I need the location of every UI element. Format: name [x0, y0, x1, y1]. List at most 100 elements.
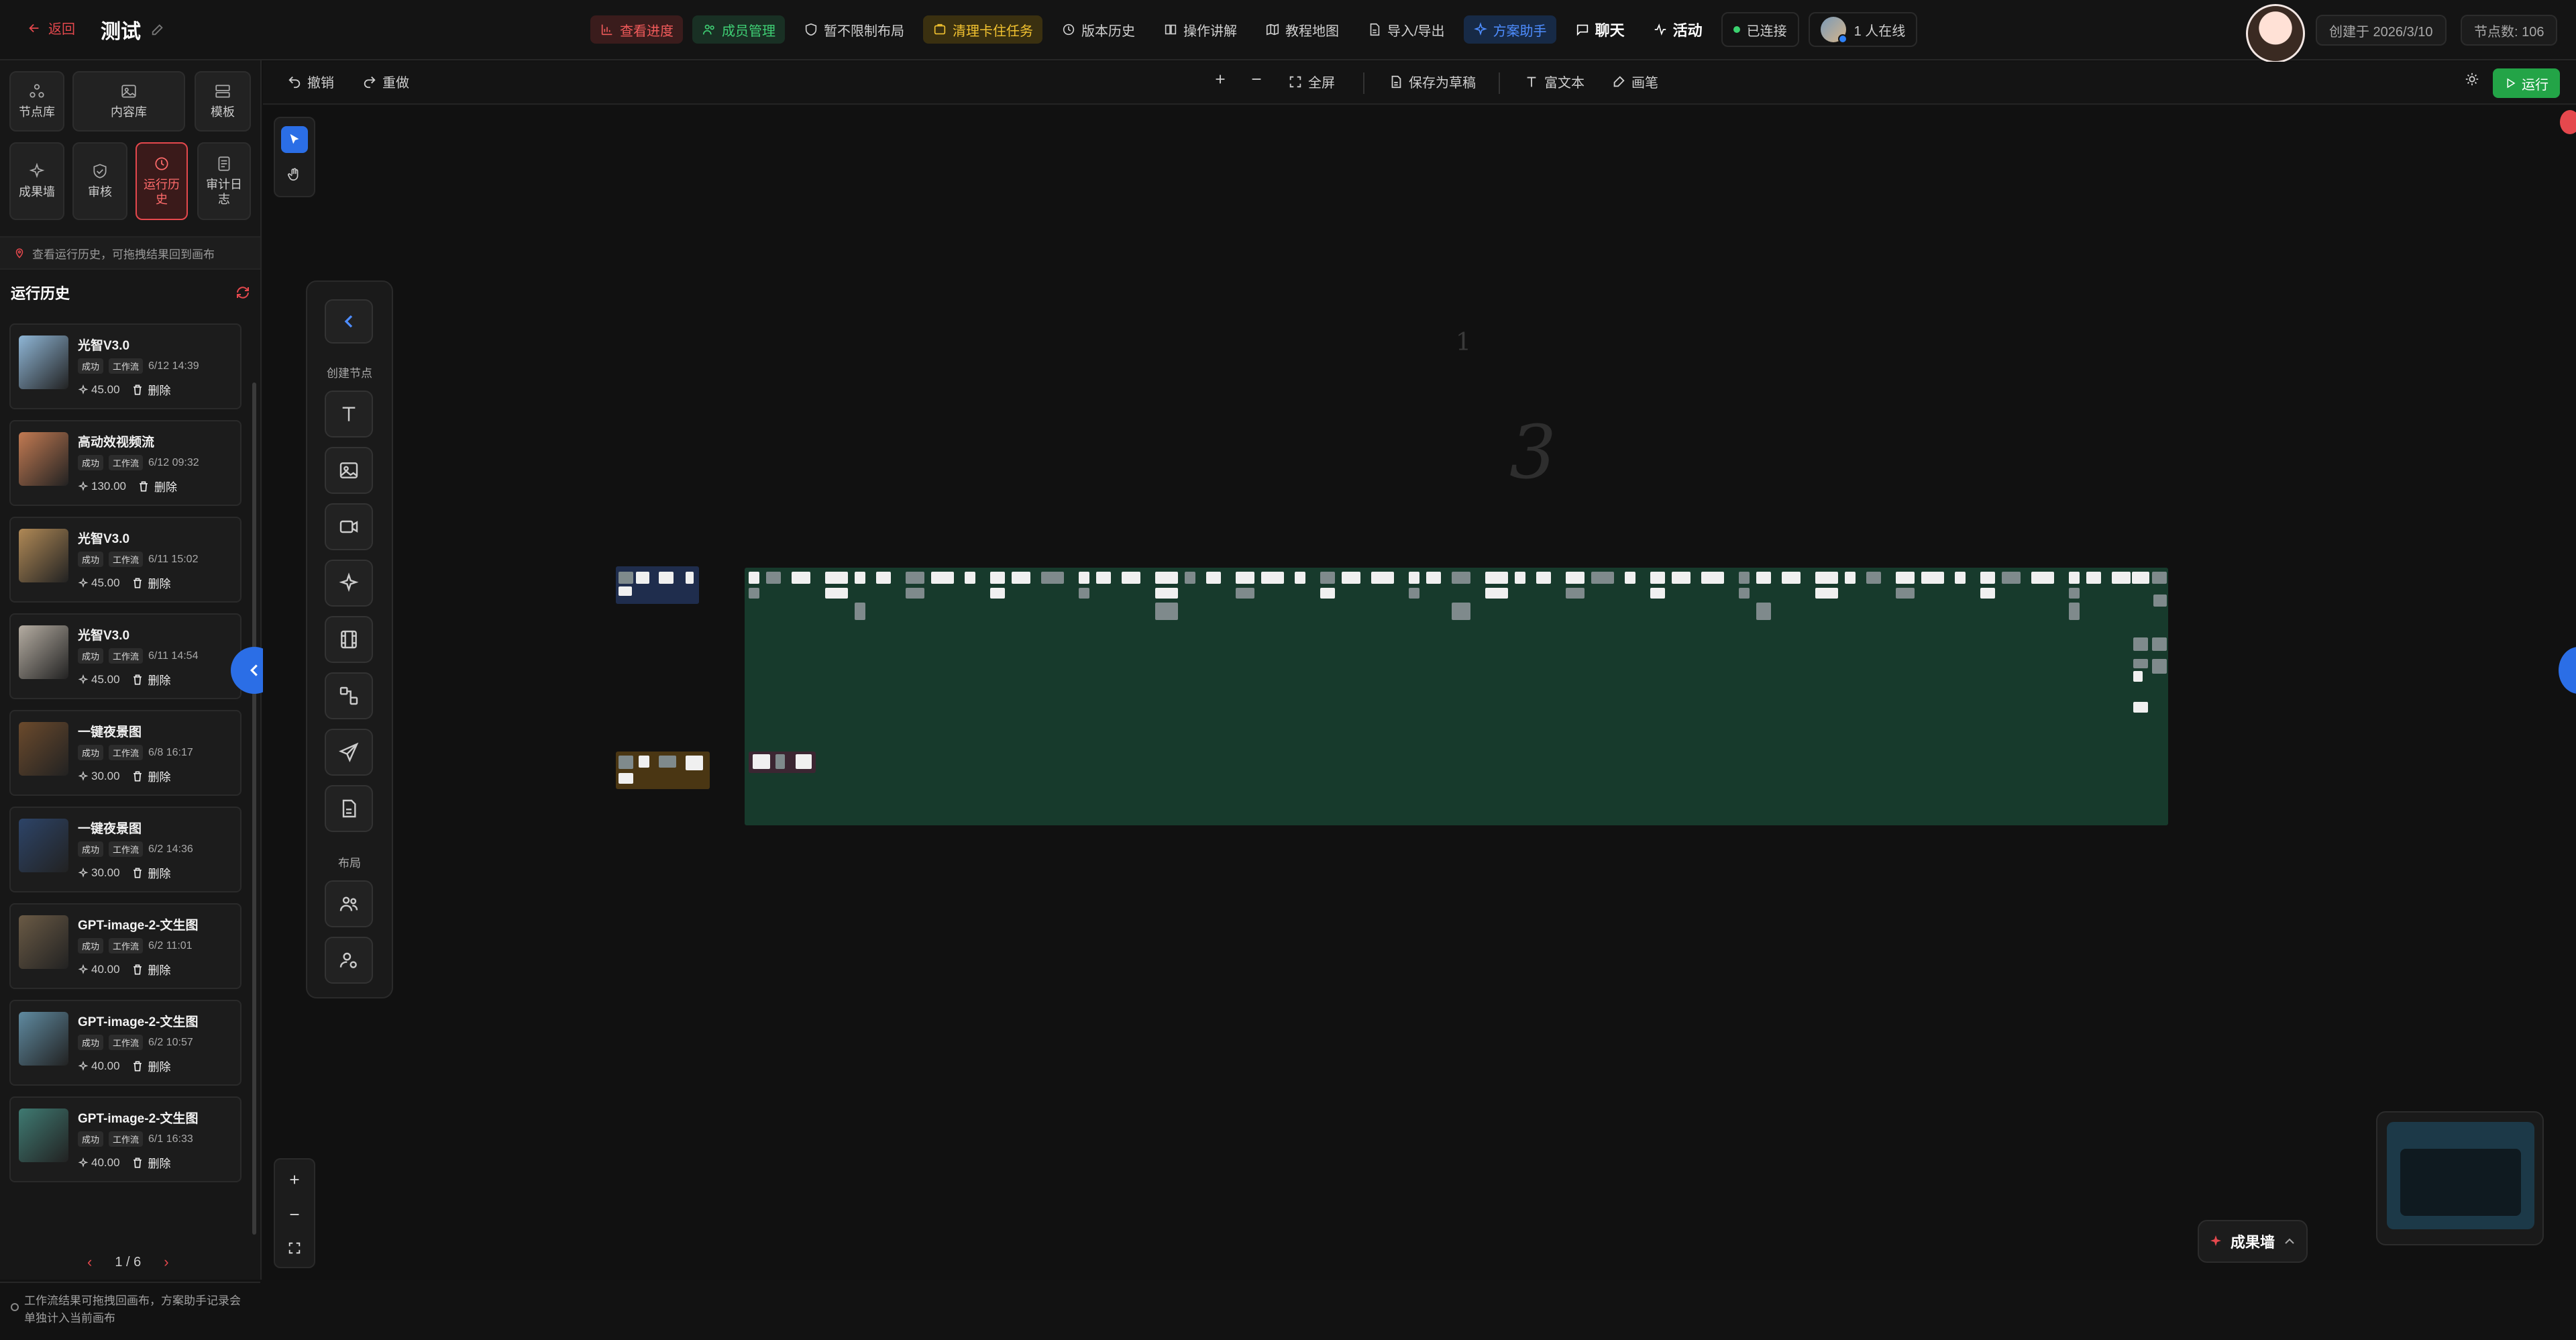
node-group-purple[interactable] — [749, 752, 816, 773]
tile-run-history[interactable]: 运行历史 — [136, 142, 188, 220]
canvas-node[interactable] — [876, 572, 891, 584]
history-scrollbar[interactable] — [252, 382, 256, 1235]
canvas-node[interactable] — [619, 586, 632, 596]
text-node-button[interactable] — [325, 391, 373, 437]
canvas-node[interactable] — [1866, 572, 1881, 584]
canvas-node[interactable] — [965, 572, 975, 584]
canvas-node[interactable] — [1701, 572, 1724, 584]
canvas-node[interactable] — [1185, 572, 1195, 584]
canvas-node[interactable] — [2133, 671, 2143, 682]
canvas-node[interactable] — [1739, 588, 1750, 599]
result-thumbnail[interactable] — [19, 819, 68, 872]
rich-text-button[interactable]: 富文本 — [1524, 72, 1585, 91]
film-node-button[interactable] — [325, 616, 373, 663]
canvas-node[interactable] — [1426, 572, 1441, 584]
canvas-node[interactable] — [1155, 603, 1178, 620]
user-avatar[interactable] — [2246, 4, 2305, 63]
canvas-node[interactable] — [1236, 588, 1254, 599]
zoom-in-button[interactable] — [1213, 72, 1228, 87]
history-card[interactable]: 高动效视频流 成功 工作流 6/12 09:32 130.00 删除 — [9, 420, 241, 506]
video-node-button[interactable] — [325, 503, 373, 550]
delete-button[interactable]: 删除 — [131, 381, 171, 398]
canvas-node[interactable] — [749, 572, 759, 584]
theme-toggle[interactable] — [2465, 72, 2479, 87]
canvas-node[interactable] — [2069, 588, 2080, 599]
canvas-node[interactable] — [1079, 588, 1089, 599]
canvas-node[interactable] — [855, 572, 865, 584]
canvas-node[interactable] — [792, 572, 810, 584]
tile-review[interactable]: 审核 — [72, 142, 127, 220]
canvas-node[interactable] — [1452, 572, 1470, 584]
canvas-node[interactable] — [2152, 637, 2167, 651]
pan-tool[interactable] — [281, 161, 308, 188]
node-group-green[interactable] — [745, 568, 2168, 825]
delete-button[interactable]: 删除 — [131, 1154, 171, 1171]
canvas-node[interactable] — [1896, 588, 1915, 599]
canvas-node[interactable] — [1650, 572, 1665, 584]
canvas-node[interactable] — [1980, 588, 1995, 599]
tile-audit-log[interactable]: 审计日志 — [197, 142, 251, 220]
history-card[interactable]: GPT-image-2-文生图 成功 工作流 6/2 10:57 40.00 删除 — [9, 1000, 241, 1086]
canvas-node[interactable] — [1155, 588, 1178, 599]
canvas-node[interactable] — [1485, 572, 1508, 584]
result-thumbnail[interactable] — [19, 1012, 68, 1066]
canvas-node[interactable] — [1815, 588, 1838, 599]
result-thumbnail[interactable] — [19, 529, 68, 582]
select-tool[interactable] — [281, 126, 308, 153]
history-card[interactable]: 光智V3.0 成功 工作流 6/12 14:39 45.00 删除 — [9, 323, 241, 409]
canvas-node[interactable] — [1342, 572, 1360, 584]
canvas-node[interactable] — [1320, 588, 1335, 599]
menu-item-3[interactable]: 清理卡住任务 — [923, 15, 1042, 44]
menu-item-7[interactable]: 导入/导出 — [1358, 15, 1454, 44]
canvas-node[interactable] — [1371, 572, 1394, 584]
tile-templates[interactable]: 模板 — [195, 71, 251, 132]
canvas-node[interactable] — [1739, 572, 1750, 584]
canvas-node[interactable] — [1566, 572, 1585, 584]
tile-node-library[interactable]: 节点库 — [9, 71, 64, 132]
canvas-node[interactable] — [1845, 572, 1856, 584]
canvas-node[interactable] — [1896, 572, 1915, 584]
canvas-node[interactable] — [753, 754, 770, 769]
delete-button[interactable]: 删除 — [131, 961, 171, 978]
send-node-button[interactable] — [325, 729, 373, 776]
canvas-node[interactable] — [619, 773, 633, 784]
canvas-node[interactable] — [659, 572, 674, 584]
canvas-node[interactable] — [1591, 572, 1614, 584]
save-draft-button[interactable]: 保存为草稿 — [1389, 72, 1476, 91]
canvas[interactable] — [263, 106, 2576, 1280]
canvas-node[interactable] — [1452, 603, 1470, 620]
next-page-button[interactable]: › — [164, 1253, 168, 1271]
history-card[interactable]: 一键夜景图 成功 工作流 6/2 14:36 30.00 删除 — [9, 807, 241, 892]
canvas-node[interactable] — [1261, 572, 1284, 584]
canvas-node[interactable] — [1921, 572, 1944, 584]
node-group-brown[interactable] — [616, 752, 710, 789]
menu-item-6[interactable]: 教程地图 — [1256, 15, 1348, 44]
canvas-node[interactable] — [1756, 572, 1771, 584]
canvas-node[interactable] — [2153, 595, 2167, 607]
zoom-out-button[interactable] — [282, 1202, 307, 1227]
canvas-node[interactable] — [1236, 572, 1254, 584]
canvas-node[interactable] — [1625, 572, 1635, 584]
menu-item-1[interactable]: 成员管理 — [692, 15, 785, 44]
user-settings-button[interactable] — [325, 937, 373, 984]
tile-content-library[interactable]: 内容库 — [72, 71, 185, 132]
canvas-node[interactable] — [2133, 659, 2148, 668]
canvas-node[interactable] — [2031, 572, 2054, 584]
canvas-node[interactable] — [2133, 702, 2148, 713]
result-thumbnail[interactable] — [19, 1109, 68, 1162]
canvas-node[interactable] — [1096, 572, 1111, 584]
canvas-node[interactable] — [1782, 572, 1801, 584]
menu-item-0[interactable]: 查看进度 — [590, 15, 683, 44]
canvas-node[interactable] — [1079, 572, 1089, 584]
canvas-node[interactable] — [766, 572, 781, 584]
minimap[interactable] — [2376, 1111, 2544, 1245]
node-group-blue[interactable] — [616, 566, 699, 604]
delete-button[interactable]: 删除 — [131, 671, 171, 688]
fit-view-button[interactable] — [282, 1236, 307, 1260]
canvas-node[interactable] — [1756, 603, 1771, 620]
canvas-node[interactable] — [906, 588, 924, 599]
canvas-node[interactable] — [1672, 572, 1690, 584]
redo-button[interactable]: 重做 — [362, 72, 409, 91]
canvas-node[interactable] — [619, 756, 633, 769]
canvas-node[interactable] — [825, 572, 848, 584]
